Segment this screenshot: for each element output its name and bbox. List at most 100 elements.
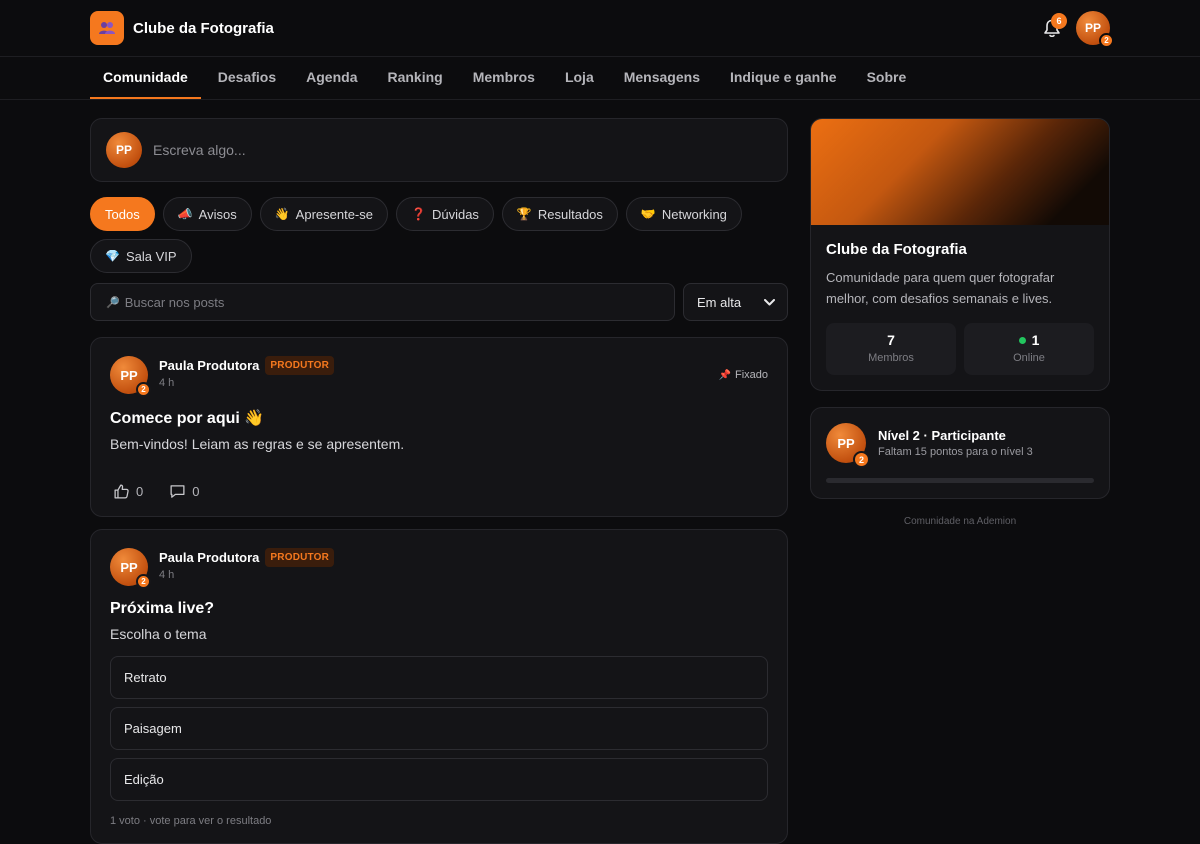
post-time: 4 h bbox=[159, 569, 175, 581]
filter-label: Avisos bbox=[198, 206, 237, 222]
top-bar: Clube da Fotografia 6 PP 2 bbox=[0, 0, 1200, 57]
comment-icon bbox=[170, 485, 185, 498]
gem-icon: 💎 bbox=[105, 249, 120, 263]
poll-option[interactable]: Retrato bbox=[110, 656, 768, 699]
megaphone-icon: 📣 bbox=[177, 207, 193, 221]
tab-loja[interactable]: Loja bbox=[552, 57, 607, 99]
post-time: 4 h bbox=[159, 377, 175, 389]
post-body: Escolha o tema bbox=[110, 626, 207, 642]
comment-count: 0 bbox=[192, 484, 200, 499]
tab-sobre[interactable]: Sobre bbox=[854, 57, 920, 99]
handshake-icon: 🤝 bbox=[640, 207, 656, 221]
magnifier-icon: 🔎 bbox=[106, 296, 120, 309]
role-badge: PRODUTOR bbox=[265, 548, 335, 567]
post-card: PP 2 Paula Produtora PRODUTOR 4 h Próxim… bbox=[90, 529, 788, 844]
user-avatar[interactable]: PP 2 bbox=[1076, 11, 1114, 48]
user-initials: PP bbox=[1084, 21, 1101, 35]
community-cover-image bbox=[811, 119, 1109, 225]
author-avatar[interactable]: PP 2 bbox=[110, 356, 151, 397]
post-search-input[interactable] bbox=[124, 294, 659, 310]
post-title[interactable]: Comece por aqui 👋 bbox=[110, 408, 768, 428]
level-badge: 2 bbox=[853, 451, 870, 468]
tab-mensagens[interactable]: Mensagens bbox=[611, 57, 713, 99]
notifications-count-badge: 6 bbox=[1051, 13, 1067, 29]
author-level-badge: 2 bbox=[136, 574, 151, 589]
filter-label: Dúvidas bbox=[431, 206, 479, 222]
level-card: PP 2 Nível 2 · Participante Faltam 15 po… bbox=[810, 407, 1110, 499]
sort-select[interactable]: Em alta bbox=[683, 283, 788, 321]
members-stat[interactable]: 7 Membros bbox=[826, 323, 956, 375]
main-nav: Comunidade Desafios Agenda Ranking Membr… bbox=[0, 57, 1200, 100]
filter-apresente-se[interactable]: 👋 Apresente-se bbox=[259, 197, 388, 231]
community-about-card: Clube da Fotografia Comunidade para quem… bbox=[810, 118, 1110, 391]
footer-note: Comunidade na Ademion bbox=[903, 516, 1017, 527]
online-label: Online bbox=[1013, 352, 1045, 364]
online-count: 1 bbox=[1031, 332, 1040, 348]
author-avatar[interactable]: PP 2 bbox=[110, 548, 151, 589]
tab-agenda[interactable]: Agenda bbox=[293, 57, 370, 99]
comment-button[interactable]: 0 bbox=[169, 483, 199, 500]
filter-sala-vip[interactable]: 💎 Sala VIP bbox=[90, 239, 192, 273]
poll-option[interactable]: Paisagem bbox=[110, 707, 768, 750]
author-level-badge: 2 bbox=[136, 382, 151, 397]
composer-input[interactable] bbox=[153, 142, 772, 158]
role-badge: PRODUTOR bbox=[265, 356, 335, 375]
post-actions: 0 0 bbox=[110, 483, 768, 500]
composer-avatar: PP bbox=[106, 132, 142, 168]
author-name[interactable]: Paula Produtora bbox=[159, 550, 259, 565]
tab-comunidade[interactable]: Comunidade bbox=[90, 57, 201, 99]
author-initials: PP bbox=[120, 367, 138, 383]
level-avatar-initials: PP bbox=[837, 435, 855, 451]
pinned-indicator: 📌 Fixado bbox=[719, 369, 768, 381]
community-logo-icon bbox=[90, 11, 124, 45]
level-avatar: PP 2 bbox=[826, 423, 870, 468]
category-filters: Todos 📣 Avisos 👋 Apresente-se ❓ Dúvidas … bbox=[90, 197, 788, 273]
poll-option[interactable]: Edição bbox=[110, 758, 768, 801]
filter-networking[interactable]: 🤝 Networking bbox=[625, 197, 742, 231]
sidebar: Clube da Fotografia Comunidade para quem… bbox=[810, 118, 1110, 527]
members-count: 7 bbox=[887, 332, 895, 348]
tab-indique-e-ganhe[interactable]: Indique e ganhe bbox=[717, 57, 850, 99]
about-title: Clube da Fotografia bbox=[826, 241, 967, 258]
user-level-badge: 2 bbox=[1099, 33, 1114, 48]
like-count: 0 bbox=[136, 484, 144, 499]
trophy-icon: 🏆 bbox=[516, 207, 532, 221]
poll-meta: 1 voto · vote para ver o resultado bbox=[110, 815, 272, 827]
thumbs-up-icon bbox=[114, 484, 129, 499]
sort-selected-value: Em alta bbox=[697, 294, 742, 310]
tab-ranking[interactable]: Ranking bbox=[374, 57, 455, 99]
post-card: PP 2 Paula Produtora PRODUTOR 4 h 📌 Fixa… bbox=[90, 337, 788, 517]
members-label: Membros bbox=[868, 352, 914, 364]
filter-todos[interactable]: Todos bbox=[90, 197, 155, 231]
search-row: 🔎 Em alta bbox=[90, 283, 788, 321]
filter-label: Sala VIP bbox=[125, 248, 177, 264]
waving-hand-icon: 👋 bbox=[274, 207, 290, 221]
pushpin-icon: 📌 bbox=[718, 369, 731, 381]
online-dot-icon bbox=[1018, 336, 1026, 344]
filter-avisos[interactable]: 📣 Avisos bbox=[162, 197, 252, 231]
question-mark-icon: ❓ bbox=[411, 207, 426, 221]
pinned-label: Fixado bbox=[734, 369, 768, 381]
level-progress-bar bbox=[826, 478, 1094, 483]
feed: PP Todos 📣 Avisos 👋 Apresente-se ❓ Dúvid… bbox=[90, 118, 788, 844]
brand[interactable]: Clube da Fotografia bbox=[90, 11, 274, 45]
post-body: Bem-vindos! Leiam as regras e se apresen… bbox=[110, 436, 405, 452]
filter-label: Todos bbox=[105, 206, 140, 222]
filter-label: Apresente-se bbox=[295, 206, 373, 222]
chevron-down-icon bbox=[764, 298, 775, 305]
community-name: Clube da Fotografia bbox=[133, 19, 274, 37]
level-title: Nível 2 · Participante bbox=[878, 428, 1006, 443]
level-subtitle: Faltam 15 pontos para o nível 3 bbox=[878, 446, 1033, 458]
author-name[interactable]: Paula Produtora bbox=[159, 358, 259, 373]
composer-avatar-initials: PP bbox=[115, 143, 132, 157]
filter-resultados[interactable]: 🏆 Resultados bbox=[501, 197, 618, 231]
tab-membros[interactable]: Membros bbox=[460, 57, 548, 99]
like-button[interactable]: 0 bbox=[113, 483, 143, 500]
about-description: Comunidade para quem quer fotografar mel… bbox=[826, 270, 1055, 306]
online-stat: 1 Online bbox=[964, 323, 1094, 375]
post-composer: PP bbox=[90, 118, 788, 182]
filter-label: Networking bbox=[661, 206, 727, 222]
filter-duvidas[interactable]: ❓ Dúvidas bbox=[396, 197, 494, 231]
post-title[interactable]: Próxima live? bbox=[110, 600, 768, 618]
tab-desafios[interactable]: Desafios bbox=[205, 57, 289, 99]
